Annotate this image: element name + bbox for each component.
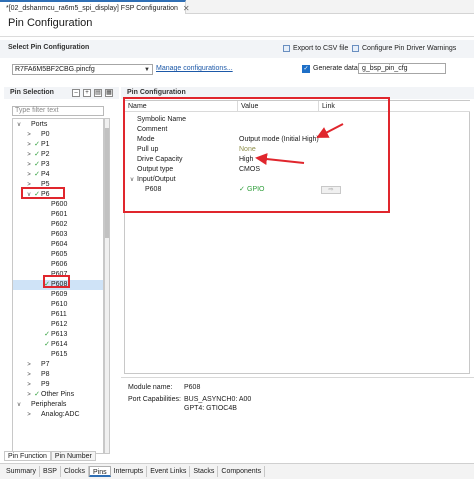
tab-bsp[interactable]: BSP (40, 466, 61, 477)
tab-components[interactable]: Components (218, 466, 266, 477)
tab-summary[interactable]: Summary (3, 466, 40, 477)
editor-footer-tabs: Summary BSP Clocks Pins Interrupts Event… (0, 463, 474, 479)
tab-interrupts[interactable]: Interrupts (111, 466, 148, 477)
annotation-arrow-drive (255, 153, 305, 166)
annotation-arrow-mode (316, 123, 344, 138)
annotation-arrows (255, 123, 344, 166)
tab-event-links[interactable]: Event Links (147, 466, 191, 477)
tab-pins[interactable]: Pins (88, 466, 111, 477)
tab-clocks[interactable]: Clocks (61, 466, 89, 477)
tab-stacks[interactable]: Stacks (190, 466, 219, 477)
